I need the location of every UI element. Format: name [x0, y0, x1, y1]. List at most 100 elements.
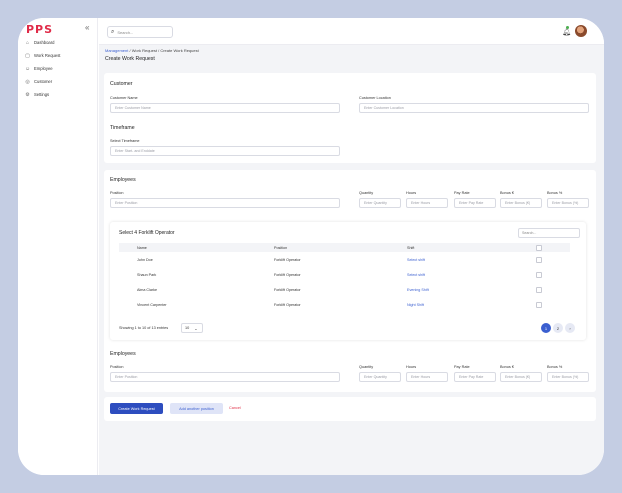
row-name: Vincent Carpenter: [137, 303, 167, 307]
header-shift: Shift: [407, 245, 415, 250]
position-label: Position: [110, 191, 124, 195]
chevron-down-icon: ⌄: [194, 325, 198, 331]
pay-rate-label: Pay Rate: [454, 191, 470, 195]
sidebar-item-label: Settings: [34, 92, 50, 97]
hours-label: Hours: [406, 191, 417, 195]
row-checkbox[interactable]: [536, 287, 542, 293]
position-input[interactable]: Enter Position: [110, 198, 340, 208]
table-row: Shaun Park Forklift Operator Select shif…: [119, 268, 570, 283]
row-shift-select[interactable]: Evening Shift: [407, 288, 429, 292]
sidebar-item-label: Employee: [34, 66, 53, 71]
page-size-value: 10: [185, 326, 190, 330]
sidebar-item-settings[interactable]: ⚙ Settings: [24, 88, 94, 101]
avatar[interactable]: [575, 25, 587, 37]
page-size-select[interactable]: 10 ⌄: [181, 323, 203, 333]
user-icon: ☺: [24, 65, 31, 72]
row-shift-select[interactable]: Select shift: [407, 258, 425, 262]
row-shift-select[interactable]: Select shift: [407, 273, 425, 277]
row-position: Forklift Operator: [274, 288, 301, 292]
employees-card: Employees Position Quantity Hours Pay Ra…: [104, 170, 596, 352]
customer-location-input[interactable]: Enter Customer Location: [359, 103, 589, 113]
row-position: Forklift Operator: [274, 273, 301, 277]
customer-location-label: Customer Location: [359, 96, 391, 100]
top-bar: ⌕ Search... 🔔︎: [99, 18, 604, 45]
table-row: Alma Clarke Forklift Operator Evening Sh…: [119, 283, 570, 298]
sidebar-nav: ⌂ Dashboard ▢ Work Request ☺ Employee ◎ …: [24, 36, 94, 101]
table-row: Vincent Carpenter Forklift Operator Nigh…: [119, 298, 570, 313]
search-icon: ⌕: [111, 28, 115, 35]
breadcrumb-current: Create Work Request: [160, 48, 199, 53]
breadcrumb: Management / Work Request / Create Work …: [105, 48, 199, 53]
breadcrumb-management[interactable]: Management: [105, 48, 128, 53]
sidebar-item-dashboard[interactable]: ⌂ Dashboard: [24, 36, 94, 49]
quantity-label: Quantity: [359, 191, 374, 195]
select-all-checkbox[interactable]: [536, 244, 542, 251]
page-2-button[interactable]: 2: [553, 323, 563, 333]
cancel-button[interactable]: Cancel: [229, 406, 241, 410]
row-checkbox[interactable]: [536, 302, 542, 308]
sidebar-item-work-request[interactable]: ▢ Work Request: [24, 49, 94, 62]
bonus-pct-input-2[interactable]: Enter Bonus (%): [547, 372, 589, 382]
quantity-input-2[interactable]: Enter Quantity: [359, 372, 401, 382]
timeframe-heading: Timeframe: [110, 125, 135, 131]
app-window: PPS « ⌂ Dashboard ▢ Work Request ☺ Emplo…: [18, 18, 604, 475]
gear-icon: ⚙: [25, 91, 30, 98]
bonus-eur-input-2[interactable]: Enter Bonus (€): [500, 372, 542, 382]
page-1-button[interactable]: 1: [541, 323, 551, 333]
row-name: John Doe: [137, 258, 153, 262]
collapse-sidebar-icon[interactable]: «: [85, 23, 89, 32]
page-title: Create Work Request: [105, 56, 155, 62]
header-name: Name: [137, 245, 147, 250]
create-work-request-button[interactable]: Create Work Request: [110, 403, 163, 414]
customer-name-label: Customer Name: [110, 96, 138, 100]
row-name: Alma Clarke: [137, 288, 158, 292]
entries-info: Showing 1 to 10 of 13 entries: [119, 326, 169, 330]
table-header: Name Position Shift: [119, 243, 570, 252]
customer-name-input[interactable]: Enter Customer Name: [110, 103, 340, 113]
clipboard-icon: ▢: [25, 52, 30, 59]
sidebar-item-label: Dashboard: [34, 40, 55, 45]
timeframe-input[interactable]: Enter Start- and Enddate: [110, 146, 340, 156]
table-row: John Doe Forklift Operator Select shift: [119, 253, 570, 268]
hours-label-2: Hours: [406, 365, 417, 369]
notification-bell-icon[interactable]: 🔔︎: [562, 26, 571, 36]
hours-input-2[interactable]: Enter Hours: [406, 372, 448, 382]
sidebar-item-label: Customer: [34, 79, 53, 84]
table-search-input[interactable]: Search...: [518, 228, 580, 238]
row-name: Shaun Park: [137, 273, 157, 277]
position-input-2[interactable]: Enter Position: [110, 372, 340, 382]
home-icon: ⌂: [25, 39, 30, 46]
sidebar: PPS « ⌂ Dashboard ▢ Work Request ☺ Emplo…: [18, 18, 98, 475]
pay-rate-input[interactable]: Enter Pay Rate: [454, 198, 496, 208]
bonus-pct-input[interactable]: Enter Bonus (%): [547, 198, 589, 208]
hours-input[interactable]: Enter Hours: [406, 198, 448, 208]
main-content: ⌕ Search... 🔔︎ Management / Work Request…: [99, 18, 604, 475]
notification-dot: [566, 26, 570, 29]
row-checkbox[interactable]: [536, 257, 542, 263]
search-input[interactable]: ⌕ Search...: [107, 26, 173, 38]
sidebar-item-customer[interactable]: ◎ Customer: [24, 75, 94, 88]
bonus-eur-label: Bonus €: [500, 191, 514, 195]
next-page-button[interactable]: ›: [565, 323, 575, 333]
bonus-eur-input[interactable]: Enter Bonus (€): [500, 198, 542, 208]
pay-rate-input-2[interactable]: Enter Pay Rate: [454, 372, 496, 382]
customer-card: Customer Customer Name Enter Customer Na…: [104, 73, 596, 163]
add-position-button[interactable]: Add another position: [170, 403, 223, 414]
search-placeholder: Search...: [117, 29, 134, 35]
row-checkbox[interactable]: [536, 272, 542, 278]
brand-logo: PPS: [26, 23, 54, 36]
actions-card: Create Work Request Add another position…: [104, 397, 596, 421]
employee-selection-panel: Select 4 Forklift Operator Search... Nam…: [110, 222, 586, 340]
header-position: Position: [274, 245, 288, 250]
sidebar-item-label: Work Request: [34, 53, 61, 58]
quantity-input[interactable]: Enter Quantity: [359, 198, 401, 208]
employees-heading: Employees: [110, 177, 136, 183]
timeframe-label: Select Timeframe: [110, 139, 140, 143]
row-position: Forklift Operator: [274, 303, 301, 307]
quantity-label-2: Quantity: [359, 365, 374, 369]
breadcrumb-work-request[interactable]: Work Request: [132, 48, 157, 53]
sidebar-item-employee[interactable]: ☺ Employee: [24, 62, 94, 75]
bonus-pct-label-2: Bonus %: [547, 365, 563, 369]
row-shift-select[interactable]: Night Shift: [407, 303, 424, 307]
customer-icon: ◎: [25, 78, 30, 85]
